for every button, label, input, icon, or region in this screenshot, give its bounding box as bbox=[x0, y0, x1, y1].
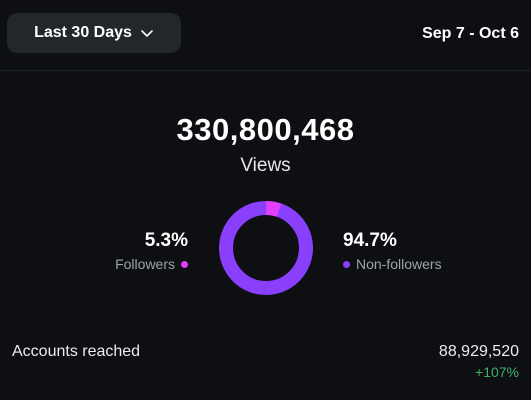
date-range-text: Sep 7 - Oct 6 bbox=[422, 25, 519, 42]
header: Last 30 Days Sep 7 - Oct 6 bbox=[0, 0, 531, 71]
date-range-dropdown-button[interactable]: Last 30 Days bbox=[7, 13, 181, 53]
date-range-dropdown-label: Last 30 Days bbox=[34, 24, 132, 41]
chevron-down-icon bbox=[141, 30, 153, 37]
donut-segment-non-followers bbox=[219, 201, 313, 295]
followers-percent: 5.3% bbox=[144, 230, 188, 251]
followers-legend: Followers bbox=[115, 256, 188, 272]
non-followers-percent: 94.7% bbox=[343, 230, 397, 251]
accounts-reached-value: 88,929,520 bbox=[438, 343, 519, 360]
views-count: 330,800,468 bbox=[176, 112, 355, 147]
non-followers-legend-label: Non-followers bbox=[356, 256, 442, 272]
followers-stat: 5.3% Followers bbox=[115, 230, 188, 272]
followers-legend-dot bbox=[181, 260, 188, 268]
accounts-reached-change: +107% bbox=[475, 364, 519, 380]
accounts-reached-label: Accounts reached bbox=[12, 343, 141, 360]
followers-legend-label: Followers bbox=[115, 256, 175, 272]
non-followers-legend-dot bbox=[343, 260, 350, 268]
views-donut-chart bbox=[219, 201, 313, 295]
views-label: Views bbox=[240, 155, 291, 176]
non-followers-legend: Non-followers bbox=[343, 256, 442, 272]
non-followers-stat: 94.7% Non-followers bbox=[343, 230, 442, 272]
